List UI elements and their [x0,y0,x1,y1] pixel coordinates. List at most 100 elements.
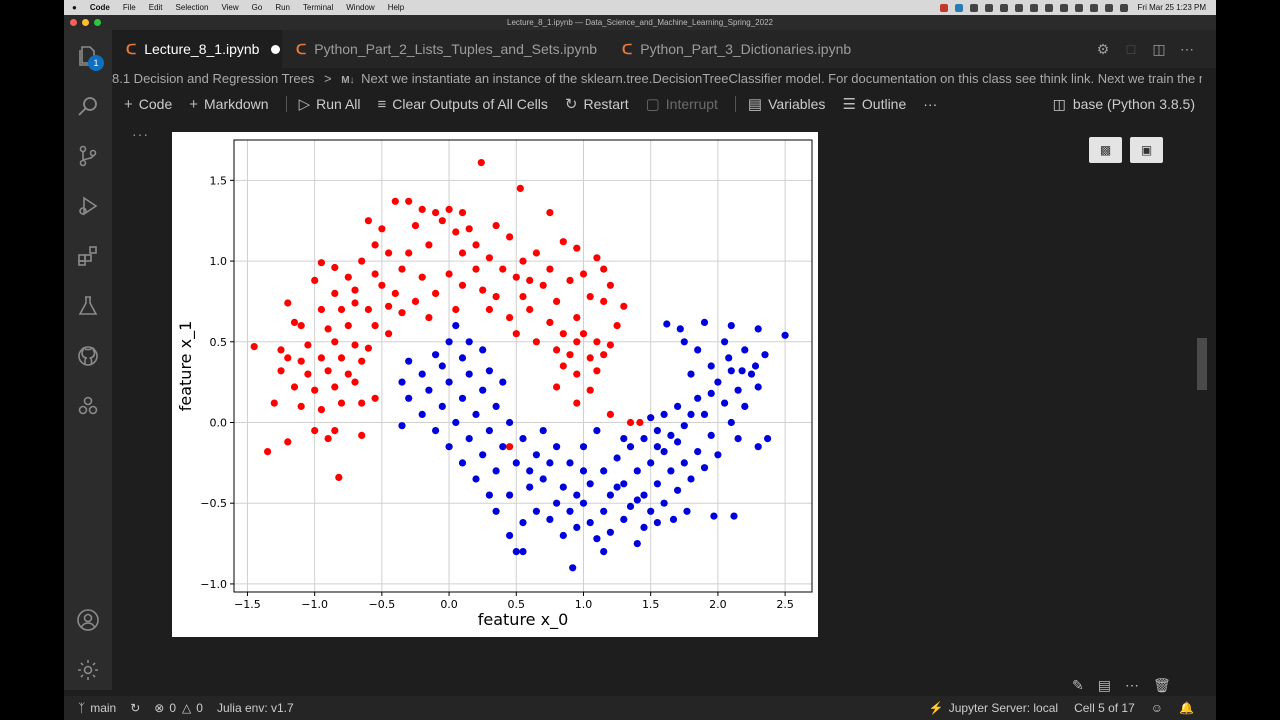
feedback-button[interactable]: ☺ [1151,701,1163,715]
run-all-button[interactable]: ▷ Run All [299,95,361,113]
error-icon: ⊗ [154,701,165,715]
bluetooth-icon[interactable] [1044,3,1053,12]
zoom-window-button[interactable] [94,19,101,26]
github-icon[interactable] [76,344,100,368]
outline-button[interactable]: ☰ Outline [842,95,906,113]
blue-point [438,402,446,410]
cell-more-button[interactable]: ··· [132,126,149,142]
variables-button[interactable]: ▤ Variables [748,95,826,113]
cell-more-icon[interactable]: ⋯ [1125,677,1139,694]
remote-icon[interactable] [76,394,100,418]
red-point [385,249,393,257]
testing-icon[interactable] [76,294,100,318]
spotlight-search-icon[interactable] [1089,3,1098,12]
menu-terminal[interactable]: Terminal [303,3,333,12]
siri-icon[interactable] [1119,3,1128,12]
run-debug-icon[interactable] [76,194,100,218]
red-point [539,281,547,289]
blue-point [680,338,688,346]
menu-go[interactable]: Go [252,3,263,12]
restart-button[interactable]: ↻ Restart [565,95,629,113]
toolbar-more-label: ··· [923,96,938,112]
menu-help[interactable]: Help [388,3,404,12]
red-point [331,338,339,346]
sync-button[interactable]: ↻ [130,701,140,715]
settings-gear-icon[interactable] [76,658,100,682]
tab-lecture-8-1[interactable]: ᑕ Lecture_8_1.ipynb [112,30,282,68]
restart-label: Restart [583,96,629,112]
cell-position[interactable]: Cell 5 of 17 [1074,701,1135,715]
jupyter-server-status[interactable]: ⚡ Jupyter Server: local [929,701,1058,715]
blue-point [546,515,554,523]
close-window-button[interactable] [70,19,77,26]
status-app-icon[interactable] [984,3,993,12]
search-icon[interactable] [76,94,100,118]
blue-point [694,394,702,402]
problems-indicator[interactable]: ⊗ 0 △ 0 [154,701,203,715]
more-actions-icon[interactable]: ⋯ [1178,40,1196,58]
status-app-icon[interactable] [1014,3,1023,12]
split-cell-icon[interactable]: ▤ [1098,677,1111,694]
status-app-icon[interactable] [969,3,978,12]
apple-menu-icon[interactable]: ● [72,3,77,12]
account-icon[interactable] [76,608,100,632]
add-markdown-cell-button[interactable]: + Markdown [189,96,268,113]
menu-edit[interactable]: Edit [149,3,163,12]
clear-outputs-button[interactable]: ≡ Clear Outputs of All Cells [378,96,548,113]
red-point [636,418,644,427]
blue-point [593,427,601,435]
blue-point [633,467,641,475]
blue-point [626,502,635,510]
edit-cell-pencil-icon[interactable]: ✎ [1072,677,1084,694]
battery-icon[interactable] [1059,3,1068,12]
red-point [553,297,561,305]
red-point [620,302,628,310]
julia-env[interactable]: Julia env: v1.7 [217,701,294,715]
menu-selection[interactable]: Selection [176,3,209,12]
source-control-icon[interactable] [76,144,100,168]
tab-python-part-3[interactable]: ᑕ Python_Part_3_Dictionaries.ipynb [608,30,878,68]
editor-scrollbar-thumb[interactable] [1197,338,1207,390]
minimize-window-button[interactable] [82,19,89,26]
blue-point [707,431,715,439]
breadcrumb-cell[interactable]: Next we instantiate an instance of the s… [361,71,1202,86]
kernel-picker[interactable]: ◫ base (Python 3.8.5) [1053,92,1195,116]
wifi-icon[interactable] [1074,3,1083,12]
blue-point [485,427,493,435]
menu-file[interactable]: File [123,3,136,12]
status-app-icon[interactable] [939,3,948,12]
menu-run[interactable]: Run [275,3,290,12]
blue-point [761,351,769,359]
status-app-icon[interactable] [999,3,1008,12]
red-point [331,383,339,391]
extensions-icon[interactable] [76,244,100,268]
blue-point [663,320,671,328]
red-point [277,346,285,354]
red-point [519,257,527,265]
status-app-icon[interactable] [1029,3,1038,12]
add-code-cell-button[interactable]: + Code [124,96,172,113]
open-changes-icon[interactable]: □ [1122,40,1140,58]
menu-window[interactable]: Window [346,3,374,12]
split-editor-icon[interactable]: ◫ [1150,40,1168,58]
toolbar-more-button[interactable]: ··· [923,96,937,112]
open-plot-viewer-icon[interactable]: ▩ [1089,137,1122,163]
breadcrumb-section[interactable]: 8.1 Decision and Regression Trees [112,71,314,86]
git-branch[interactable]: ᛉ main [78,701,116,715]
notebook-settings-gear-icon[interactable]: ⚙ [1094,40,1112,58]
interrupt-button[interactable]: ▢ Interrupt [646,95,718,113]
save-image-icon[interactable]: ▣ [1130,137,1163,163]
menubar-clock[interactable]: Fri Mar 25 1:23 PM [1138,3,1206,12]
blue-point [432,427,440,435]
toolbar-divider [285,96,287,112]
unsaved-dot-icon[interactable] [271,44,281,54]
app-menu[interactable]: Code [90,3,110,12]
tab-python-part-2[interactable]: ᑕ Python_Part_2_Lists_Tuples_and_Sets.ip… [282,30,608,68]
status-app-icon[interactable] [954,3,963,12]
blue-point [465,435,473,443]
control-center-icon[interactable] [1104,3,1113,12]
menu-view[interactable]: View [221,3,238,12]
delete-cell-trash-icon[interactable]: 🗑 [1153,677,1171,694]
red-point [472,241,480,249]
notifications-button[interactable]: 🔔 [1179,701,1194,715]
